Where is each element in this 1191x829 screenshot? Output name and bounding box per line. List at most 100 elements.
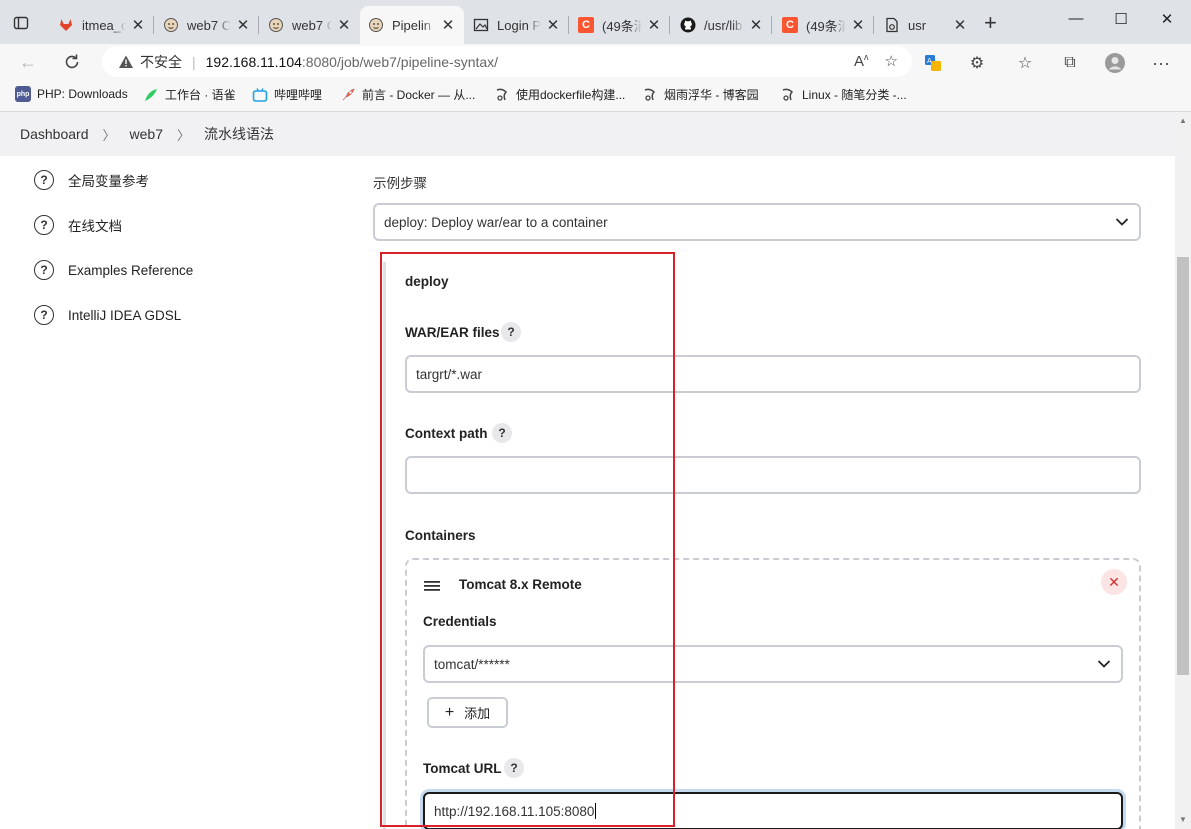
refresh-icon[interactable]: [60, 50, 84, 74]
back-icon[interactable]: ←: [16, 50, 40, 74]
bookmark-docker[interactable]: 前言 - Docker — 从...: [340, 86, 475, 103]
favorite-add-icon[interactable]: ☆: [885, 52, 898, 70]
window-close-icon[interactable]: ✕: [1157, 10, 1177, 28]
tab-usr[interactable]: usr ✕: [876, 6, 976, 44]
yuque-icon: [143, 87, 159, 103]
chevron-right-icon: 〉: [176, 127, 190, 143]
close-icon[interactable]: ✕: [235, 16, 251, 34]
cnblogs-icon: [642, 87, 658, 103]
jenkins-icon: [368, 17, 384, 33]
delete-container-button[interactable]: ✕: [1101, 569, 1127, 595]
avatar[interactable]: [1104, 52, 1126, 74]
tab-actions-icon[interactable]: [10, 12, 32, 34]
maximize-icon[interactable]: ☐: [1111, 10, 1131, 28]
bookmark-yuque[interactable]: 工作台 · 语雀: [143, 86, 236, 103]
security-warning[interactable]: 不安全: [118, 52, 182, 72]
url-field[interactable]: 不安全 | 192.168.11.104:8080/job/web7/pipel…: [102, 46, 912, 77]
sample-step-value: deploy: Deploy war/ear to a container: [384, 214, 608, 230]
bookmark-php[interactable]: php PHP: Downloads: [15, 86, 128, 102]
close-icon[interactable]: ✕: [130, 16, 146, 34]
bookmark-dockerfile[interactable]: 使用dockerfile构建...: [494, 86, 625, 103]
bookmark-linux[interactable]: Linux - 随笔分类 -...: [780, 86, 907, 103]
sidebar-item-online-docs[interactable]: ? 在线文档: [34, 215, 122, 235]
tab-title: Pipelin: [392, 17, 432, 33]
new-tab-icon[interactable]: +: [984, 12, 997, 34]
close-icon[interactable]: ✕: [952, 16, 968, 34]
sidebar-item-global-variables[interactable]: ? 全局变量参考: [34, 170, 149, 190]
jenkins-icon: [268, 17, 284, 33]
drag-handle-icon[interactable]: [424, 579, 440, 597]
close-icon[interactable]: ✕: [440, 16, 456, 34]
translate-icon[interactable]: A: [922, 52, 944, 74]
minimize-icon[interactable]: —: [1066, 10, 1086, 27]
help-icon[interactable]: ?: [504, 758, 524, 778]
tab-title: web7 C: [292, 17, 332, 33]
chevron-down-icon: [1097, 656, 1111, 672]
tab-web7-a[interactable]: web7 C ✕: [155, 6, 259, 44]
csdn-icon: C: [578, 17, 594, 33]
address-bar: ← 不安全 | 192.168.11.104:8080/job/web7/pip…: [0, 44, 1191, 80]
page-content: Dashboard 〉 web7 〉 流水线语法 ? 全局变量参考 ? 在线文档…: [0, 112, 1175, 829]
cnblogs-icon: [780, 87, 796, 103]
svg-text:A: A: [927, 57, 932, 65]
breadcrumb-dashboard[interactable]: Dashboard: [20, 126, 89, 142]
scroll-up-icon[interactable]: ▲: [1179, 116, 1187, 125]
breadcrumb-pipeline-syntax[interactable]: 流水线语法: [204, 124, 274, 144]
help-icon[interactable]: ?: [492, 423, 512, 443]
tab-title: usr: [908, 17, 927, 33]
page-scrollbar[interactable]: ▲ ▼: [1175, 112, 1191, 829]
bookmark-cnblogs[interactable]: 烟雨浮华 - 博客园: [642, 86, 759, 103]
breadcrumb-web7[interactable]: web7: [130, 126, 163, 142]
read-aloud-icon[interactable]: Aʌ: [854, 52, 869, 70]
tomcat-url-label: Tomcat URL: [423, 761, 502, 776]
close-icon[interactable]: ✕: [545, 16, 561, 34]
page-icon: [884, 17, 900, 33]
add-credentials-button[interactable]: + 添加: [427, 697, 508, 728]
bookmark-bilibili[interactable]: 哔哩哔哩: [252, 86, 322, 103]
bookmark-label: 工作台 · 语雀: [165, 88, 236, 102]
container-title: Tomcat 8.x Remote: [459, 577, 582, 592]
credentials-select[interactable]: tomcat/******: [423, 645, 1123, 683]
rocket-icon: [340, 87, 356, 103]
collections-icon[interactable]: ⧉: [1059, 52, 1081, 74]
close-icon[interactable]: ✕: [646, 16, 662, 34]
close-icon[interactable]: ✕: [336, 16, 352, 34]
breadcrumb: Dashboard 〉 web7 〉 流水线语法: [0, 112, 1175, 156]
help-circle-icon: ?: [34, 170, 54, 190]
close-icon[interactable]: ✕: [850, 16, 866, 34]
tab-login[interactable]: Login P ✕: [465, 6, 569, 44]
scrollbar-thumb[interactable]: [1177, 257, 1189, 675]
sample-step-label: 示例步骤: [373, 176, 427, 191]
csdn-icon: C: [782, 17, 798, 33]
github-icon: [680, 17, 696, 33]
sidebar-item-label: 在线文档: [68, 219, 122, 234]
tab-pipeline[interactable]: Pipelin ✕: [360, 6, 464, 44]
tomcat-url-value: http://192.168.11.105:8080: [434, 803, 595, 819]
warning-icon: [119, 55, 133, 68]
tab-itmea[interactable]: itmea_c ✕: [50, 6, 154, 44]
tab-csdn-b[interactable]: C (49条消 ✕: [774, 6, 874, 44]
bookmark-label: 使用dockerfile构建...: [516, 88, 626, 102]
sidebar-item-examples-reference[interactable]: ? Examples Reference: [34, 260, 193, 280]
tomcat-url-input[interactable]: http://192.168.11.105:8080: [423, 792, 1123, 829]
close-icon[interactable]: ✕: [748, 16, 764, 34]
menu-icon[interactable]: ···: [1150, 52, 1172, 74]
favorites-icon[interactable]: ☆: [1014, 52, 1036, 74]
tab-web7-b[interactable]: web7 C ✕: [260, 6, 360, 44]
sidebar-item-intellij-gdsl[interactable]: ? IntelliJ IDEA GDSL: [34, 305, 181, 325]
sample-step-select[interactable]: deploy: Deploy war/ear to a container: [373, 203, 1141, 241]
bilibili-icon: [252, 87, 268, 103]
scroll-down-icon[interactable]: ▼: [1179, 815, 1187, 824]
tab-title: Login P: [497, 17, 541, 33]
tab-csdn-a[interactable]: C (49条消 ✕: [570, 6, 670, 44]
sidebar-item-label: Examples Reference: [68, 262, 194, 278]
tab-github[interactable]: /usr/lib ✕: [672, 6, 772, 44]
chevron-down-icon: [1115, 214, 1129, 230]
extensions-icon[interactable]: ⚙: [966, 52, 988, 74]
tab-title: (49条消: [602, 18, 642, 34]
war-files-input[interactable]: targrt/*.war: [405, 355, 1141, 393]
context-path-input[interactable]: [405, 456, 1141, 494]
help-icon[interactable]: ?: [501, 322, 521, 342]
url-host: 192.168.11.104: [205, 53, 302, 70]
cnblogs-icon: [494, 87, 510, 103]
